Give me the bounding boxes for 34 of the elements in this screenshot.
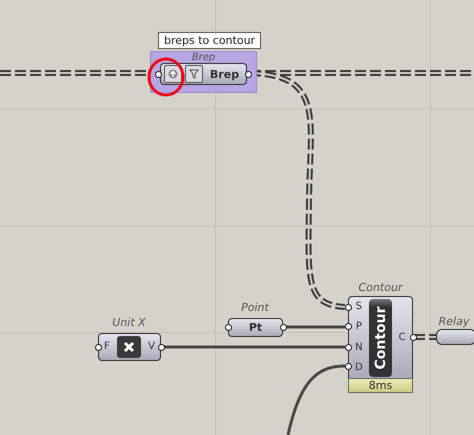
node-label: Contour (358, 282, 404, 294)
timing-label: 8ms (348, 378, 413, 393)
component-name: Contour (372, 306, 388, 370)
input-port[interactable] (345, 304, 352, 311)
tooltip: breps to contour (158, 32, 262, 49)
input-label: P (356, 321, 362, 334)
input-port[interactable] (225, 324, 232, 331)
cross-icon (116, 336, 141, 358)
data-tree-wire (414, 334, 436, 340)
node-label: Point (240, 302, 270, 314)
input-label: F (104, 341, 110, 353)
input-label: D (354, 362, 363, 374)
point-parameter-node[interactable]: Pt (228, 318, 283, 337)
relay-node[interactable] (436, 329, 474, 345)
node-name: Pt (248, 321, 264, 334)
group-label: Brep (192, 52, 216, 63)
funnel-icon[interactable] (185, 65, 203, 83)
output-label: C (398, 332, 406, 344)
output-port[interactable] (410, 334, 417, 341)
output-label: V (148, 341, 155, 353)
brep-parameter-node[interactable]: Brep (160, 63, 247, 85)
node-name: Brep (208, 68, 240, 80)
input-label: N (355, 342, 363, 354)
input-label: S (356, 301, 362, 314)
output-port[interactable] (280, 324, 287, 331)
node-label: Relay (438, 316, 470, 328)
input-port[interactable] (95, 344, 102, 351)
input-port[interactable] (345, 363, 352, 370)
unit-x-component[interactable]: F V (98, 333, 161, 361)
input-port[interactable] (345, 344, 352, 351)
node-label: Unit X (111, 317, 147, 329)
input-port[interactable] (345, 323, 352, 330)
data-wire (286, 364, 346, 435)
output-port[interactable] (158, 344, 165, 351)
